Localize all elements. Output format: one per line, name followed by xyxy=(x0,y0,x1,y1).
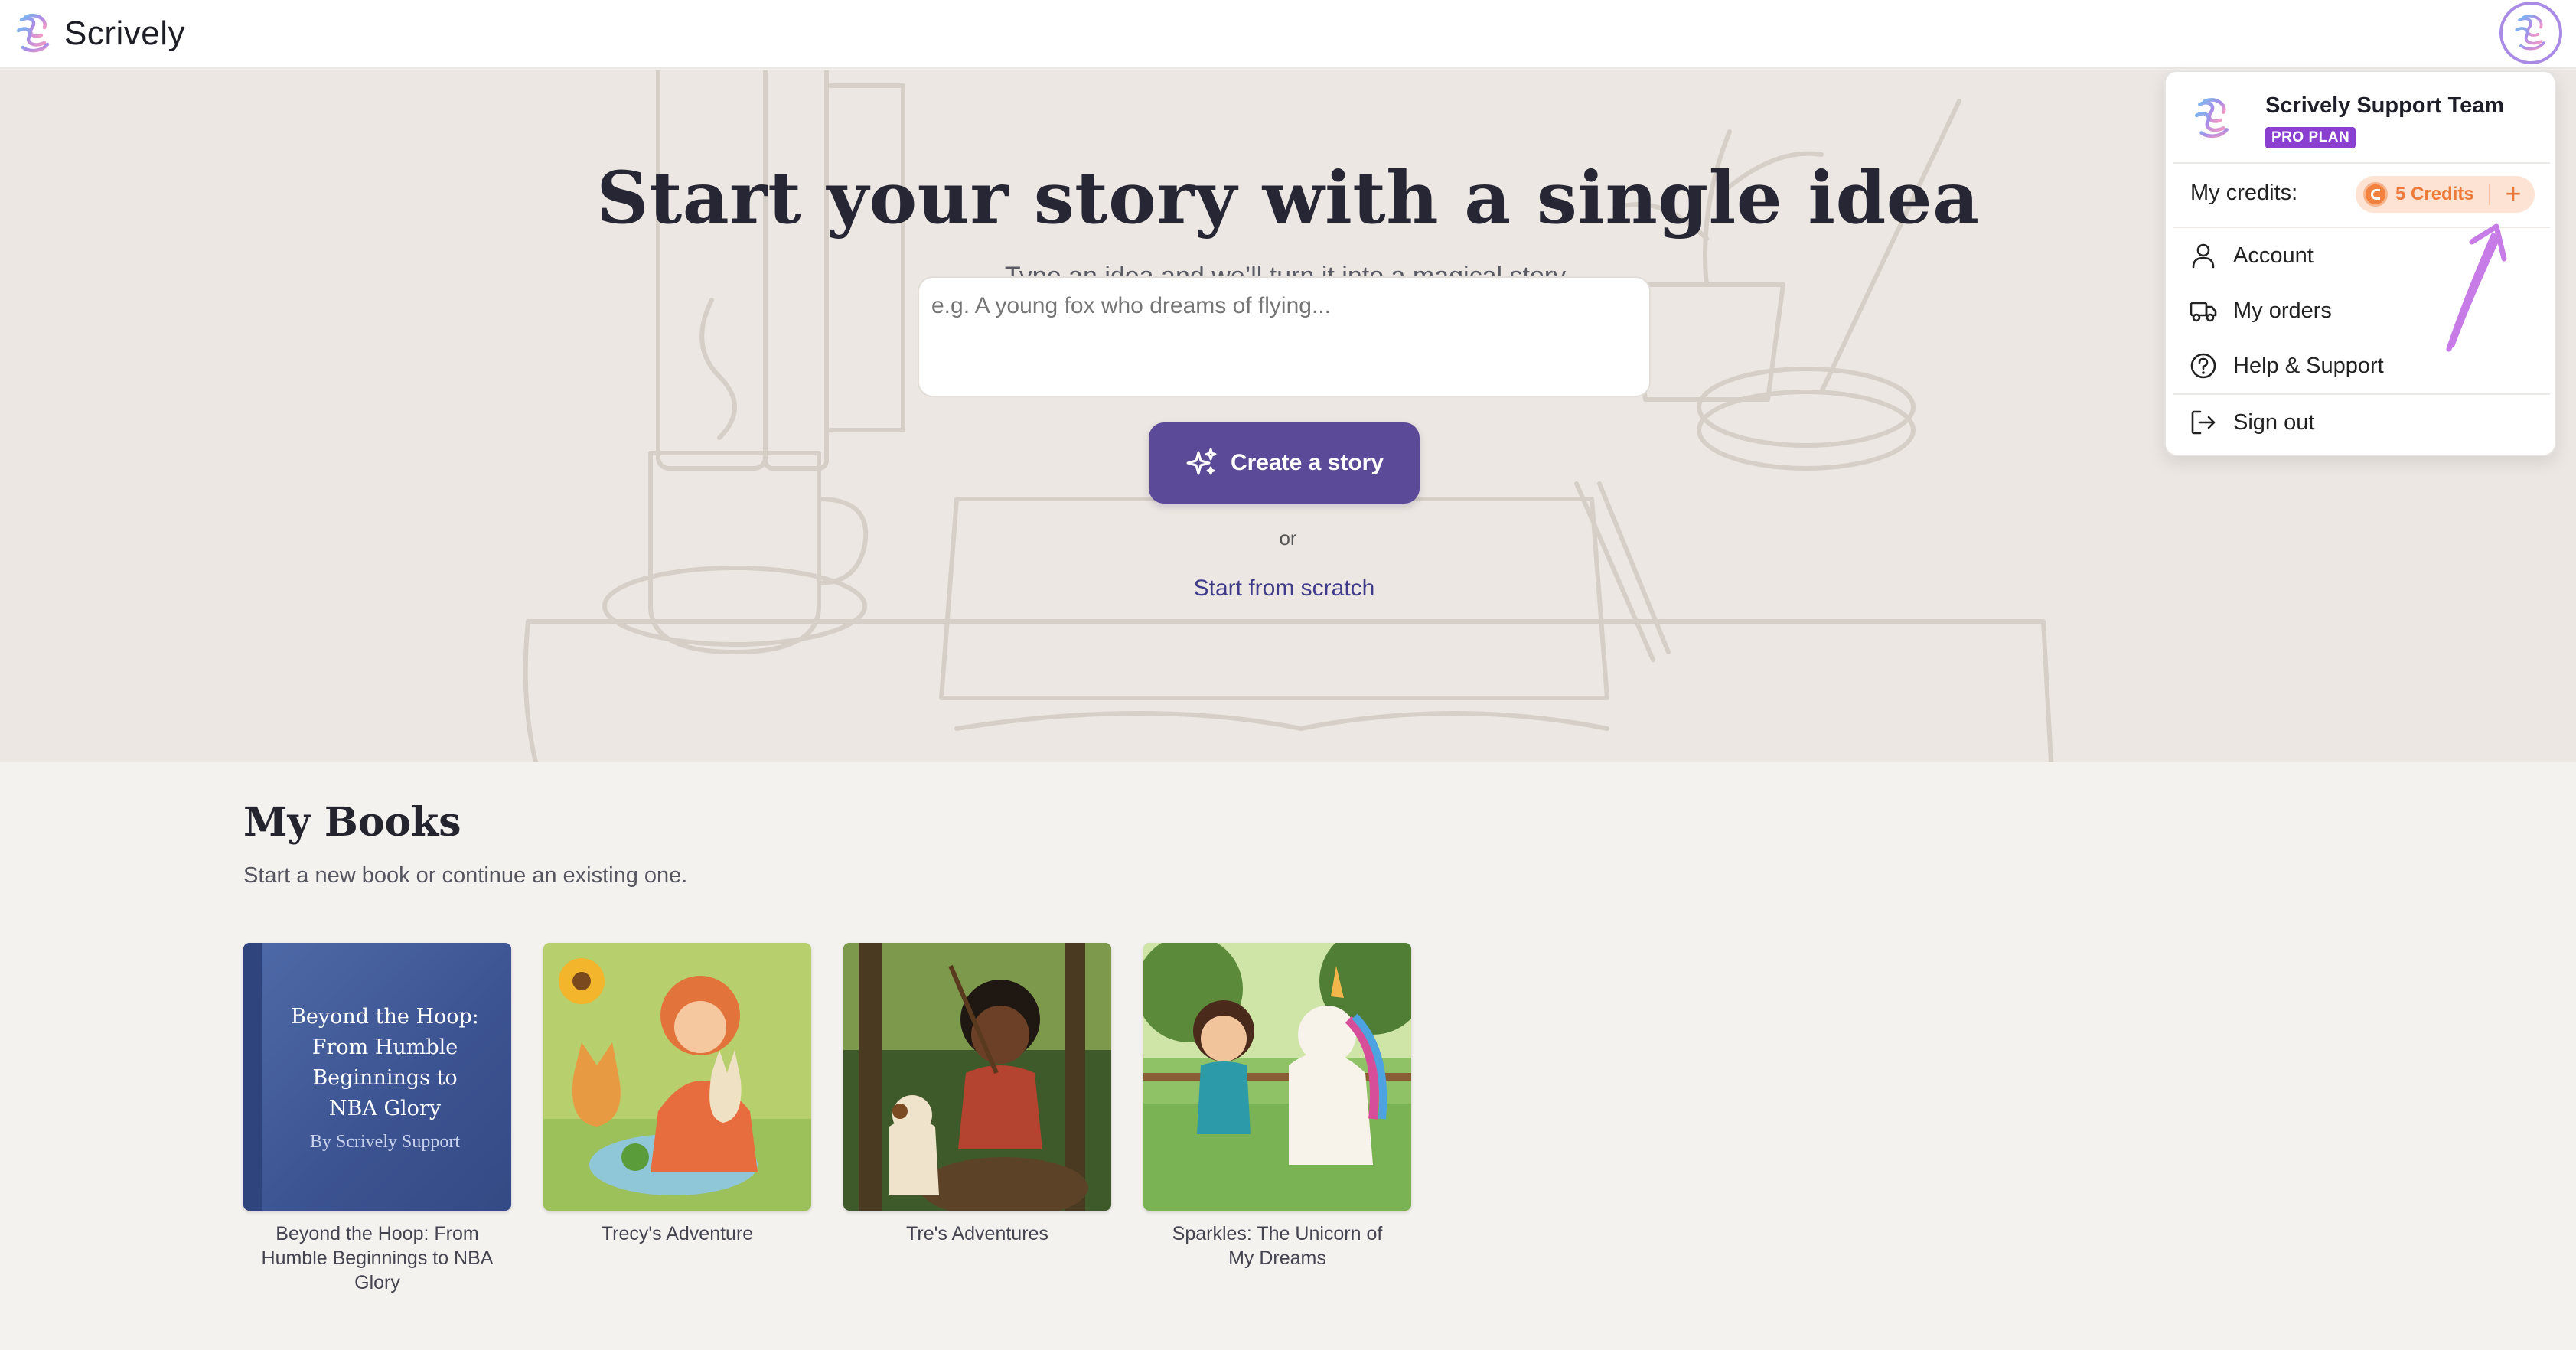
scrively-logo-icon xyxy=(16,14,50,53)
annotation-arrow-icon xyxy=(2446,223,2507,352)
credits-value: 5 Credits xyxy=(2395,184,2474,204)
book-card[interactable]: Beyond the Hoop: From Humble Beginnings … xyxy=(243,943,511,1295)
menu-item-label: Help & Support xyxy=(2233,353,2384,378)
credits-label: My credits: xyxy=(2190,181,2298,205)
sparkles-icon xyxy=(1186,448,1217,475)
menu-divider xyxy=(2173,393,2550,395)
menu-divider xyxy=(2173,162,2550,164)
book-title: Tre's Adventures xyxy=(906,1223,1048,1244)
brand-logo-link[interactable]: Scrively xyxy=(11,11,185,57)
book-cover-title: Beyond the Hoop: From Humble Beginnings … xyxy=(291,1004,479,1120)
book-cover-image xyxy=(843,943,1111,1211)
book-cover-author: By Scrively Support xyxy=(310,1131,460,1152)
start-from-scratch-link[interactable]: Start from scratch xyxy=(1148,576,1420,602)
book-card[interactable]: Sparkles: The Unicorn of My Dreams xyxy=(1143,943,1411,1270)
book-cover: Beyond the Hoop: From Humble Beginnings … xyxy=(243,943,511,1211)
book-title: Sparkles: The Unicorn of My Dreams xyxy=(1172,1223,1383,1269)
book-title: Beyond the Hoop: From Humble Beginnings … xyxy=(261,1223,494,1293)
user-name: Scrively Support Team xyxy=(2265,93,2505,118)
book-title: Trecy's Adventure xyxy=(601,1223,754,1244)
create-story-button[interactable]: Create a story xyxy=(1149,422,1420,504)
top-bar: Scrively xyxy=(0,0,2576,69)
add-credits-button[interactable]: + xyxy=(2498,176,2529,213)
my-books-subtitle: Start a new book or continue an existing… xyxy=(243,863,688,888)
book-cover-image xyxy=(1143,943,1411,1211)
plan-badge: PRO PLAN xyxy=(2265,127,2356,148)
scrively-avatar-icon xyxy=(2515,14,2545,51)
credits-pill: 5 Credits + xyxy=(2356,176,2535,213)
coin-icon xyxy=(2363,182,2388,207)
my-books-heading: My Books xyxy=(243,799,461,846)
story-idea-input[interactable] xyxy=(918,276,1651,397)
log-out-icon xyxy=(2191,410,2216,435)
or-separator: or xyxy=(1279,527,1297,549)
menu-item-label: My orders xyxy=(2233,298,2332,323)
menu-item-label: Sign out xyxy=(2233,409,2315,435)
truck-icon xyxy=(2190,302,2217,322)
help-circle-icon xyxy=(2190,353,2216,379)
user-avatar-button[interactable] xyxy=(2499,2,2562,64)
app-name: Scrively xyxy=(64,15,186,52)
book-spine xyxy=(243,943,262,1211)
menu-item-sign-out[interactable]: Sign out xyxy=(2189,399,2533,445)
book-cover-image xyxy=(543,943,811,1211)
book-card[interactable]: Trecy's Adventure xyxy=(543,943,811,1246)
create-story-label: Create a story xyxy=(1230,450,1384,475)
pill-divider xyxy=(2489,184,2490,205)
menu-item-label: Account xyxy=(2233,243,2314,268)
user-menu-header: Scrively Support Team PRO PLAN xyxy=(2166,72,2558,162)
scrively-avatar-icon xyxy=(2195,98,2229,139)
book-card[interactable]: Tre's Adventures xyxy=(843,943,1111,1246)
user-icon xyxy=(2192,243,2215,269)
